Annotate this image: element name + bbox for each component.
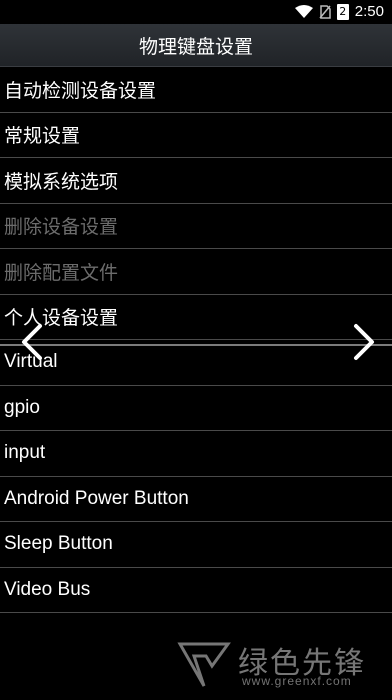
wifi-icon <box>294 4 313 18</box>
title-bar: 物理键盘设置 <box>0 24 392 67</box>
no-sim-icon <box>319 4 331 19</box>
list-item-android-power-button[interactable]: Android Power Button <box>0 477 392 522</box>
settings-list: 自动检测设备设置 常规设置 模拟系统选项 删除设备设置 删除配置文件 个人设备设… <box>0 67 392 613</box>
chevron-left-icon[interactable] <box>16 322 50 362</box>
greenxf-logo-icon <box>177 642 231 687</box>
list-item-sleep-button[interactable]: Sleep Button <box>0 522 392 568</box>
watermark: 绿色先锋 www.greenxf.com <box>176 636 386 694</box>
status-bar: 2 2:50 <box>0 0 392 24</box>
list-item-general-settings[interactable]: 常规设置 <box>0 113 392 158</box>
battery-icon: 2 <box>336 3 349 20</box>
clock: 2:50 <box>354 3 384 20</box>
gallery-divider <box>0 344 392 346</box>
list-item-auto-detect[interactable]: 自动检测设备设置 <box>0 67 392 113</box>
list-item-personal-device[interactable]: 个人设备设置 <box>0 295 392 340</box>
watermark-url: www.greenxf.com <box>242 674 352 688</box>
list-item-video-bus[interactable]: Video Bus <box>0 568 392 613</box>
list-item-delete-device: 删除设备设置 <box>0 204 392 249</box>
list-item-emulate-system[interactable]: 模拟系统选项 <box>0 158 392 204</box>
page-title: 物理键盘设置 <box>138 35 253 58</box>
list-item-delete-profile: 删除配置文件 <box>0 249 392 295</box>
list-item-input[interactable]: input <box>0 431 392 477</box>
list-item-virtual[interactable]: Virtual <box>0 340 392 386</box>
list-item-gpio[interactable]: gpio <box>0 386 392 431</box>
chevron-right-icon[interactable] <box>346 322 380 362</box>
